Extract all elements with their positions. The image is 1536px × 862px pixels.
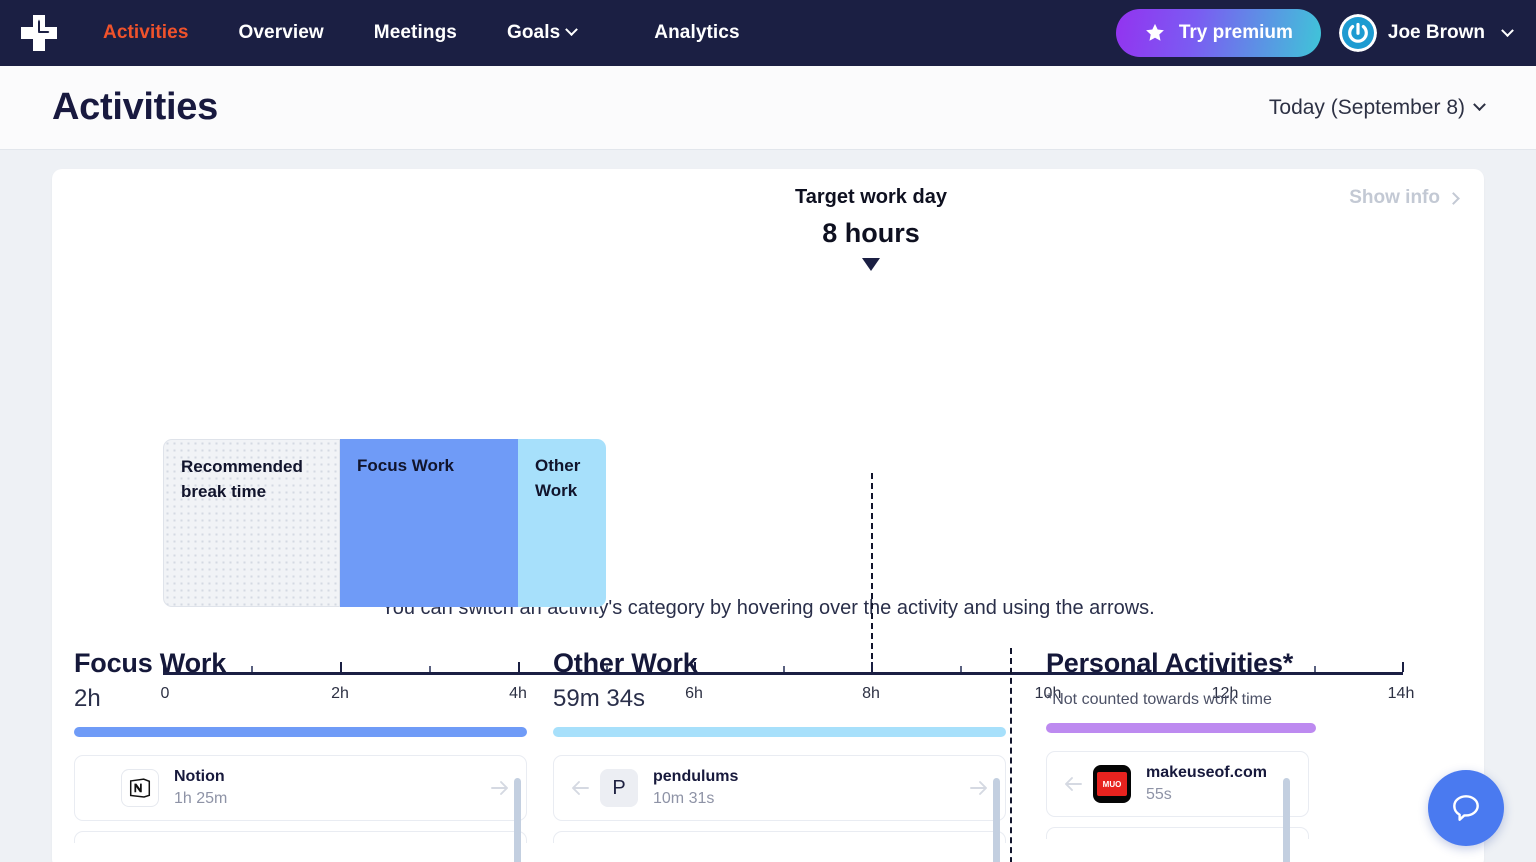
scrollbar-other[interactable] xyxy=(993,778,1000,862)
work-day-chart: Target work day 8 hours Recommended brea… xyxy=(52,169,1484,702)
page-title: Activities xyxy=(52,86,218,128)
activity-columns: Focus Work 2h Notion 1h 25m Other Work 5… xyxy=(52,648,1484,862)
user-menu[interactable]: Joe Brown xyxy=(1338,14,1518,52)
column-total: 59m 34s xyxy=(553,685,646,712)
scrollbar-personal[interactable] xyxy=(1283,778,1290,862)
column-title: Personal Activities* xyxy=(1046,648,1294,678)
chat-bubble-icon xyxy=(1453,795,1479,821)
nav-link-analytics[interactable]: Analytics xyxy=(629,22,764,44)
target-work-day-label: Target work day xyxy=(795,186,947,208)
bar-segment-label: Focus Work xyxy=(357,456,454,475)
nav-link-goals[interactable]: Goals xyxy=(482,22,601,44)
nav-links: Activities Overview Meetings Goals Analy… xyxy=(78,22,765,44)
arrow-left-icon[interactable] xyxy=(568,776,592,800)
user-name-label: Joe Brown xyxy=(1387,22,1485,43)
column-color-bar xyxy=(74,727,527,737)
axis-tick-label: 14h xyxy=(1387,685,1415,702)
chevron-down-icon xyxy=(1473,98,1486,112)
bar-segment-label: Recommended break time xyxy=(181,457,303,501)
app-logo[interactable] xyxy=(0,0,78,66)
nav-link-meetings-label: Meetings xyxy=(373,22,457,43)
target-dashed-line xyxy=(871,473,873,659)
muo-icon: MUO xyxy=(1093,765,1131,803)
list-item-text: makeuseof.com 55s xyxy=(1146,764,1267,804)
bar-segment-focus-work[interactable]: Focus Work xyxy=(340,439,518,607)
navbar-right: Try premium Joe Brown xyxy=(1115,9,1518,57)
scrollbar-focus[interactable] xyxy=(514,778,521,862)
page-header: Activities Today (September 8) xyxy=(0,66,1536,150)
nav-link-analytics-label: Analytics xyxy=(654,22,740,43)
list-item-partial[interactable] xyxy=(1046,827,1309,839)
date-range-label: Today (September 8) xyxy=(1268,95,1465,119)
list-item[interactable]: P pendulums 10m 31s xyxy=(553,755,1006,821)
list-item-duration: 10m 31s xyxy=(653,790,715,807)
list-item-partial[interactable] xyxy=(74,831,527,843)
nav-link-activities-label: Activities xyxy=(103,22,189,43)
column-title: Focus Work xyxy=(74,648,227,678)
try-premium-label: Try premium xyxy=(1178,22,1293,43)
activity-list-personal: MUO makeuseof.com 55s xyxy=(1046,751,1382,839)
column-other-work: Other Work 59m 34s P pendulums 10m 31s xyxy=(531,648,1010,862)
list-item-partial[interactable] xyxy=(553,831,1006,843)
arrow-right-icon[interactable] xyxy=(488,776,512,800)
nav-link-activities[interactable]: Activities xyxy=(78,22,213,44)
notion-icon xyxy=(121,769,159,807)
bar-segment-other-work[interactable]: Other Work xyxy=(518,439,606,607)
stacked-bar: Recommended break time Focus Work Other … xyxy=(163,439,606,607)
target-arrow-icon xyxy=(862,258,880,271)
arrow-right-icon[interactable] xyxy=(967,776,991,800)
date-range-selector[interactable]: Today (September 8) xyxy=(1268,95,1486,120)
list-item-name: pendulums xyxy=(653,768,739,785)
letter-p-icon: P xyxy=(600,769,638,807)
nav-link-overview-label: Overview xyxy=(238,22,324,43)
column-personal-activities: Personal Activities* *Not counted toward… xyxy=(1010,648,1382,862)
column-note: *Not counted towards work time xyxy=(1046,691,1272,708)
activities-card: Show info Target work day 8 hours Recomm… xyxy=(52,169,1484,862)
list-item-name: Notion xyxy=(174,768,225,785)
chevron-down-icon xyxy=(1501,23,1514,37)
bar-segment-recommended-break-time[interactable]: Recommended break time xyxy=(163,439,340,607)
nav-link-meetings[interactable]: Meetings xyxy=(349,22,482,44)
list-item-duration: 55s xyxy=(1146,786,1172,803)
chevron-down-icon xyxy=(565,23,579,37)
nav-link-goals-label: Goals xyxy=(506,22,561,43)
avatar xyxy=(1338,14,1377,52)
try-premium-button[interactable]: Try premium xyxy=(1115,9,1321,57)
top-navbar: Activities Overview Meetings Goals Analy… xyxy=(0,0,1536,66)
svg-text:MUO: MUO xyxy=(1103,780,1122,789)
star-icon xyxy=(1145,23,1164,41)
list-item-name: makeuseof.com xyxy=(1146,764,1267,781)
list-item[interactable]: Notion 1h 25m xyxy=(74,755,527,821)
support-chat-button[interactable] xyxy=(1428,770,1504,846)
column-total: 2h xyxy=(74,685,101,712)
list-item-text: Notion 1h 25m xyxy=(174,768,227,808)
column-focus-work: Focus Work 2h Notion 1h 25m xyxy=(52,648,531,862)
bar-segment-label: Other Work xyxy=(535,456,581,500)
axis-tick xyxy=(1402,662,1404,672)
clock-cross-logo-icon xyxy=(21,15,57,51)
nav-link-overview[interactable]: Overview xyxy=(213,22,348,44)
activity-list-other: P pendulums 10m 31s xyxy=(553,755,1010,843)
letter-p-label: P xyxy=(612,776,626,799)
list-item[interactable]: MUO makeuseof.com 55s xyxy=(1046,751,1309,817)
target-work-day-value: 8 hours xyxy=(822,218,920,248)
target-work-day-marker: Target work day 8 hours xyxy=(711,186,1031,271)
column-color-bar xyxy=(553,727,1006,737)
column-color-bar xyxy=(1046,723,1316,733)
arrow-left-icon[interactable] xyxy=(1061,772,1085,796)
list-item-duration: 1h 25m xyxy=(174,790,228,807)
column-title: Other Work xyxy=(553,648,698,678)
activity-list-focus: Notion 1h 25m xyxy=(74,755,531,843)
list-item-text: pendulums 10m 31s xyxy=(653,768,738,808)
